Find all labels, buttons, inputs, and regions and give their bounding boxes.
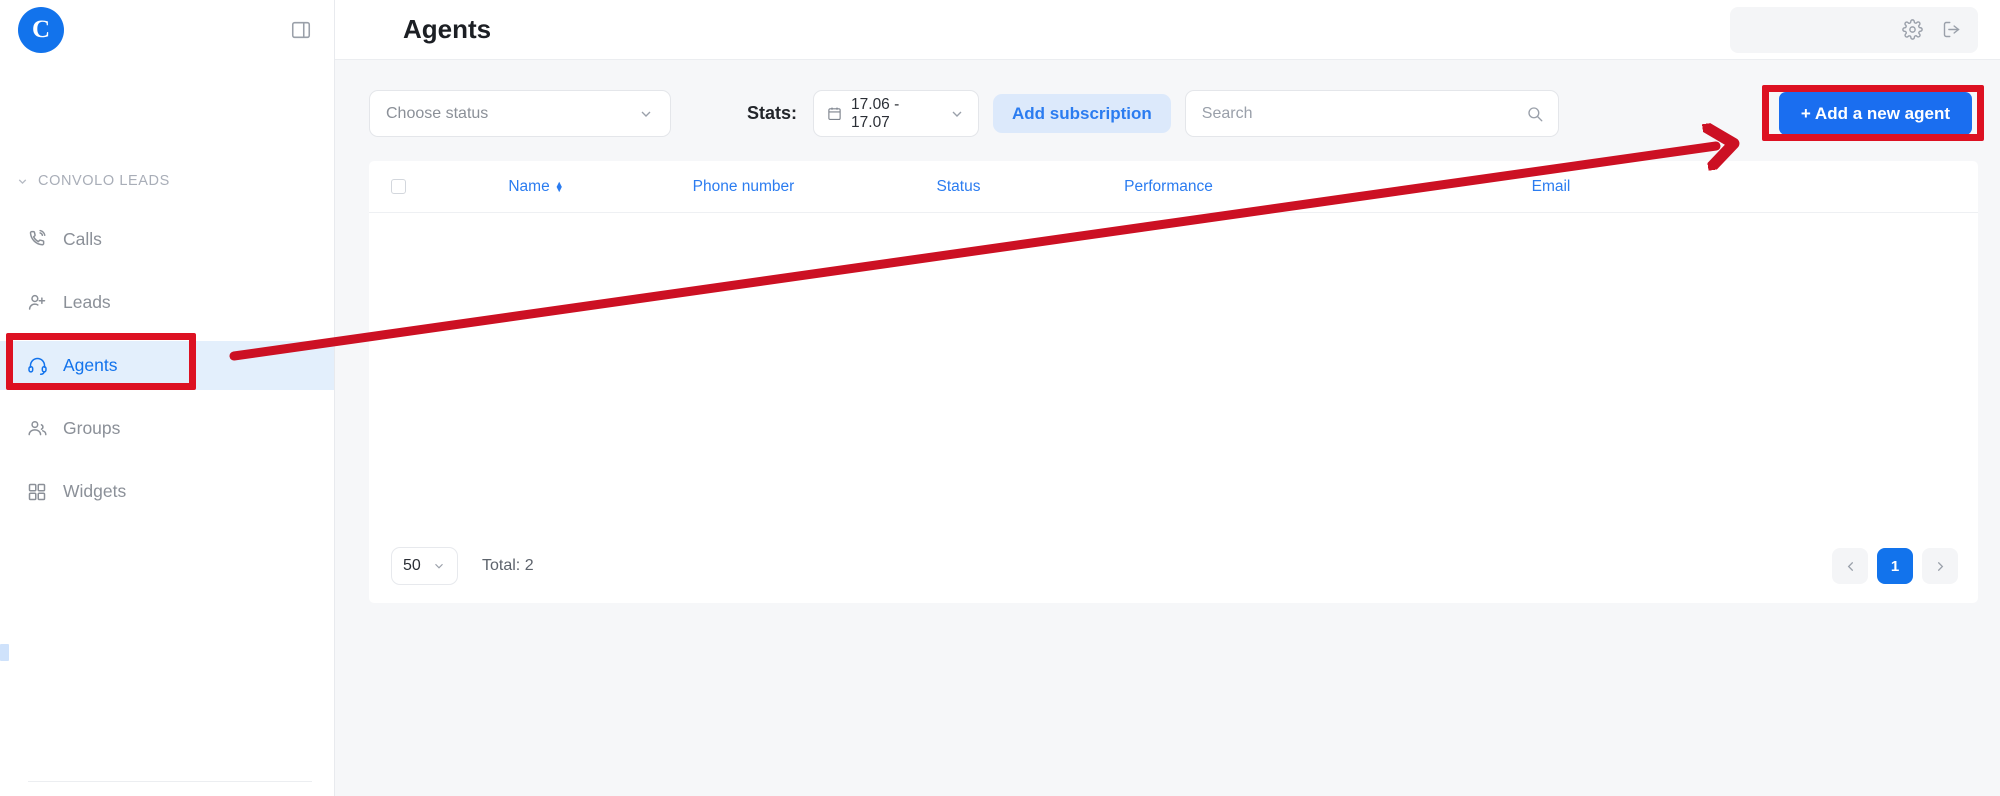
select-all-checkbox[interactable] [391, 179, 406, 194]
sidebar-divider [28, 781, 312, 782]
sidebar-item-agents[interactable]: Agents [0, 341, 334, 390]
column-header-label: Email [1531, 177, 1571, 195]
topbar: Agents [335, 0, 2000, 60]
date-range-value: 17.06 - 17.07 [851, 95, 900, 131]
sidebar-item-widgets[interactable]: Widgets [0, 467, 334, 516]
per-page-select[interactable]: 50 [391, 547, 458, 585]
sidebar-item-leads[interactable]: Leads [0, 278, 334, 327]
total-count-label: Total: 2 [482, 557, 534, 574]
headset-icon [26, 355, 48, 377]
column-header-email[interactable]: Email [1271, 178, 1831, 196]
chevron-right-icon [1937, 561, 1943, 571]
sort-arrows-icon: ▲ ▼ [554, 178, 564, 194]
gear-icon[interactable] [1902, 19, 1923, 40]
phone-call-icon [26, 229, 48, 251]
sidebar-edge-marker [0, 644, 9, 661]
pagination: 1 [1832, 548, 1958, 584]
chevron-down-icon [16, 175, 29, 188]
sidebar-section-label: CONVOLO LEADS [38, 173, 170, 189]
main-content: Agents Choose status Stats: 17.06 - 17.0… [335, 0, 2000, 796]
users-icon [26, 418, 48, 440]
user-plus-icon [26, 292, 48, 314]
column-header-name[interactable]: Name ▲ ▼ [436, 178, 636, 196]
app-root: C CONVOLO LEADS Calls Leads Agents Group… [0, 0, 2000, 796]
sidebar-item-groups[interactable]: Groups [0, 404, 334, 453]
per-page-value: 50 [403, 557, 421, 574]
panel-toggle-icon[interactable] [290, 19, 312, 41]
column-header-phone-number[interactable]: Phone number [636, 178, 851, 196]
app-logo[interactable]: C [18, 7, 64, 53]
status-select[interactable]: Choose status [369, 90, 671, 137]
sidebar-item-label: Calls [63, 229, 102, 249]
sidebar-item-label: Widgets [63, 481, 127, 501]
add-agent-button-wrap: + Add a new agent [1773, 86, 1978, 141]
table-footer: 50 Total: 2 1 [369, 529, 1978, 603]
agents-table-card: Name ▲ ▼ Phone number Status Performance … [369, 161, 1978, 603]
filters-toolbar: Choose status Stats: 17.06 - 17.07 Add s… [335, 60, 2000, 141]
chevron-down-icon [949, 106, 965, 122]
sidebar-section-header[interactable]: CONVOLO LEADS [0, 170, 334, 192]
pagination-page-1[interactable]: 1 [1877, 548, 1913, 584]
column-header-performance[interactable]: Performance [1066, 178, 1271, 196]
table-header-row: Name ▲ ▼ Phone number Status Performance … [369, 161, 1978, 213]
app-logo-letter: C [31, 16, 51, 43]
grid-squares-icon [26, 481, 48, 503]
sidebar-nav: Calls Leads Agents Groups Widgets [0, 215, 334, 516]
page-title: Agents [403, 14, 492, 44]
status-select-value: Choose status [386, 104, 489, 122]
add-a-new-agent-button[interactable]: + Add a new agent [1778, 92, 1972, 135]
search-input[interactable] [1199, 103, 1526, 124]
column-header-label: Status [936, 177, 981, 195]
add-subscription-label: Add subscription [1012, 103, 1152, 123]
column-header-label: Name [508, 177, 550, 195]
chevron-left-icon [1847, 561, 1853, 571]
search-box[interactable] [1184, 90, 1559, 137]
pagination-prev-button[interactable] [1832, 548, 1868, 584]
sidebar-header: C [0, 0, 334, 60]
chevron-down-icon [432, 559, 446, 573]
stats-label: Stats: [747, 103, 798, 123]
column-header-label: Performance [1124, 177, 1213, 195]
calendar-icon [827, 106, 842, 121]
search-icon[interactable] [1526, 105, 1544, 123]
column-header-status[interactable]: Status [851, 178, 1066, 196]
chevron-down-icon [638, 106, 654, 122]
sidebar: C CONVOLO LEADS Calls Leads Agents Group… [0, 0, 335, 796]
sidebar-item-label: Leads [63, 292, 111, 312]
sidebar-item-label: Agents [63, 355, 118, 375]
pagination-next-button[interactable] [1922, 548, 1958, 584]
topbar-actions [1730, 6, 1978, 53]
add-subscription-button[interactable]: Add subscription [993, 94, 1171, 133]
sidebar-item-calls[interactable]: Calls [0, 215, 334, 264]
logout-icon[interactable] [1941, 19, 1962, 40]
sidebar-item-label: Groups [63, 418, 121, 438]
column-header-label: Phone number [692, 177, 795, 195]
date-range-select[interactable]: 17.06 - 17.07 [813, 90, 980, 137]
